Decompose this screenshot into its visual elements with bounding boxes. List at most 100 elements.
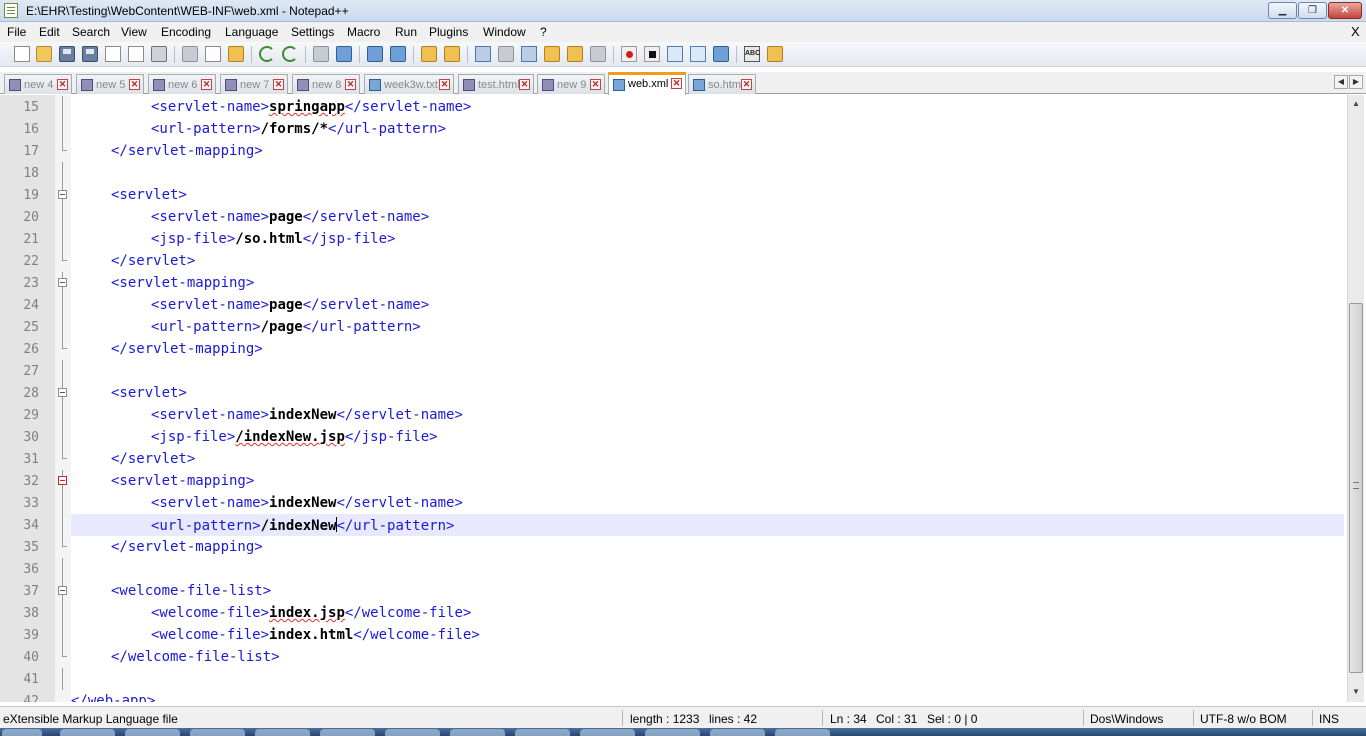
tab-new-9[interactable]: new 9 ✕ — [537, 74, 605, 94]
code-line[interactable]: 27 — [0, 360, 1366, 382]
fold-toggle-icon[interactable] — [58, 278, 67, 287]
taskbar-item[interactable] — [515, 729, 570, 736]
code-line[interactable]: 23 <servlet-mapping> — [0, 272, 1366, 294]
tab-close-icon[interactable]: ✕ — [345, 79, 356, 90]
cut-icon[interactable] — [182, 46, 198, 62]
code-line[interactable]: 39 <welcome-file>index.html</welcome-file… — [0, 624, 1366, 646]
taskbar-item[interactable] — [255, 729, 310, 736]
code-line[interactable]: 42 </web-app> — [0, 690, 1366, 702]
tab-web-xml[interactable]: web.xml ✕ — [608, 72, 686, 95]
minimize-button[interactable]: ▁ — [1268, 2, 1297, 19]
menu-search[interactable]: Search — [72, 25, 110, 39]
tab-new-5[interactable]: new 5 ✕ — [76, 74, 144, 94]
plugin-icon[interactable] — [767, 46, 783, 62]
tab-scroll-right-icon[interactable]: ▶ — [1349, 75, 1363, 89]
function-list-icon[interactable] — [590, 46, 606, 62]
scroll-up-icon[interactable]: ▲ — [1349, 97, 1363, 111]
code-line[interactable]: 35 </servlet-mapping> — [0, 536, 1366, 558]
tab-close-icon[interactable]: ✕ — [201, 79, 212, 90]
code-line[interactable]: 21 <jsp-file>/so.html</jsp-file> — [0, 228, 1366, 250]
fold-toggle-icon[interactable] — [58, 586, 67, 595]
scrollbar-thumb[interactable] — [1349, 303, 1363, 673]
code-line[interactable]: 33 <servlet-name>indexNew</servlet-name> — [0, 492, 1366, 514]
code-line[interactable]: 26 </servlet-mapping> — [0, 338, 1366, 360]
tab-week3w-txt[interactable]: week3w.txt ✕ — [364, 74, 454, 94]
menu-encoding[interactable]: Encoding — [161, 25, 211, 39]
taskbar-item[interactable] — [580, 729, 635, 736]
redo-icon[interactable] — [282, 46, 298, 62]
code-line[interactable]: 15 <servlet-name>springapp</servlet-name> — [0, 96, 1366, 118]
tab-new-7[interactable]: new 7 ✕ — [220, 74, 288, 94]
run-macro-multiple-icon[interactable] — [690, 46, 706, 62]
taskbar-item[interactable] — [450, 729, 505, 736]
close-icon[interactable] — [105, 46, 121, 62]
code-line[interactable]: 19 <servlet> — [0, 184, 1366, 206]
tab-close-icon[interactable]: ✕ — [590, 79, 601, 90]
taskbar-item[interactable] — [125, 729, 180, 736]
find-icon[interactable] — [313, 46, 329, 62]
vertical-scrollbar[interactable]: ▲ ▼ — [1347, 95, 1364, 702]
maximize-button[interactable]: ❐ — [1298, 2, 1327, 19]
word-wrap-icon[interactable] — [475, 46, 491, 62]
tab-scroll-left-icon[interactable]: ◀ — [1334, 75, 1348, 89]
taskbar-start-orb[interactable] — [2, 729, 42, 736]
menu-language[interactable]: Language — [225, 25, 278, 39]
menu-view[interactable]: View — [121, 25, 147, 39]
code-line[interactable]: 32 <servlet-mapping> — [0, 470, 1366, 492]
taskbar-item[interactable] — [385, 729, 440, 736]
code-line[interactable]: 31 </servlet> — [0, 448, 1366, 470]
code-editor[interactable]: 15 <servlet-name>springapp</servlet-name>… — [0, 95, 1366, 702]
code-line[interactable]: 41 — [0, 668, 1366, 690]
menu-file[interactable]: File — [7, 25, 26, 39]
code-line[interactable]: 38 <welcome-file>index.jsp</welcome-file> — [0, 602, 1366, 624]
tab-close-icon[interactable]: ✕ — [129, 79, 140, 90]
doc-map-icon[interactable] — [567, 46, 583, 62]
tab-test-html[interactable]: test.html ✕ — [458, 74, 534, 94]
sync-horizontal-icon[interactable] — [444, 46, 460, 62]
code-line[interactable]: 20 <servlet-name>page</servlet-name> — [0, 206, 1366, 228]
user-lang-icon[interactable] — [544, 46, 560, 62]
menu-help[interactable]: ? — [540, 25, 547, 39]
tab-close-icon[interactable]: ✕ — [439, 79, 450, 90]
menu-run[interactable]: Run — [395, 25, 417, 39]
save-macro-icon[interactable] — [713, 46, 729, 62]
paste-icon[interactable] — [228, 46, 244, 62]
tab-close-icon[interactable]: ✕ — [273, 79, 284, 90]
tab-close-icon[interactable]: ✕ — [57, 79, 68, 90]
tab-close-icon[interactable]: ✕ — [519, 79, 530, 90]
tab-so-html[interactable]: so.html ✕ — [688, 74, 756, 94]
code-line[interactable]: 37 <welcome-file-list> — [0, 580, 1366, 602]
menu-settings[interactable]: Settings — [291, 25, 334, 39]
indent-guide-icon[interactable] — [521, 46, 537, 62]
print-icon[interactable] — [151, 46, 167, 62]
close-all-icon[interactable] — [128, 46, 144, 62]
code-line[interactable]: 28 <servlet> — [0, 382, 1366, 404]
code-line[interactable]: 16 <url-pattern>/forms/*</url-pattern> — [0, 118, 1366, 140]
fold-toggle-icon[interactable] — [58, 476, 67, 485]
menu-macro[interactable]: Macro — [347, 25, 380, 39]
code-line[interactable]: 22 </servlet> — [0, 250, 1366, 272]
menu-window[interactable]: Window — [483, 25, 526, 39]
close-document-button[interactable]: X — [1351, 24, 1360, 39]
spell-check-icon[interactable]: ABC — [744, 46, 760, 62]
new-file-icon[interactable] — [14, 46, 30, 62]
code-line[interactable]: 30 <jsp-file>/indexNew.jsp</jsp-file> — [0, 426, 1366, 448]
tab-new-4[interactable]: new 4 ✕ — [4, 74, 72, 94]
zoom-in-icon[interactable] — [367, 46, 383, 62]
save-all-icon[interactable] — [82, 46, 98, 62]
record-macro-icon[interactable] — [621, 46, 637, 62]
taskbar-item[interactable] — [190, 729, 245, 736]
code-line[interactable]: 40 </welcome-file-list> — [0, 646, 1366, 668]
code-line[interactable]: 24 <servlet-name>page</servlet-name> — [0, 294, 1366, 316]
tab-close-icon[interactable]: ✕ — [671, 78, 682, 89]
taskbar-item[interactable] — [60, 729, 115, 736]
code-line[interactable]: 25 <url-pattern>/page</url-pattern> — [0, 316, 1366, 338]
play-macro-icon[interactable] — [667, 46, 683, 62]
tab-new-8[interactable]: new 8 ✕ — [292, 74, 360, 94]
taskbar-item[interactable] — [710, 729, 765, 736]
show-all-chars-icon[interactable] — [498, 46, 514, 62]
fold-toggle-icon[interactable] — [58, 388, 67, 397]
scroll-down-icon[interactable]: ▼ — [1349, 685, 1363, 699]
save-icon[interactable] — [59, 46, 75, 62]
replace-icon[interactable] — [336, 46, 352, 62]
